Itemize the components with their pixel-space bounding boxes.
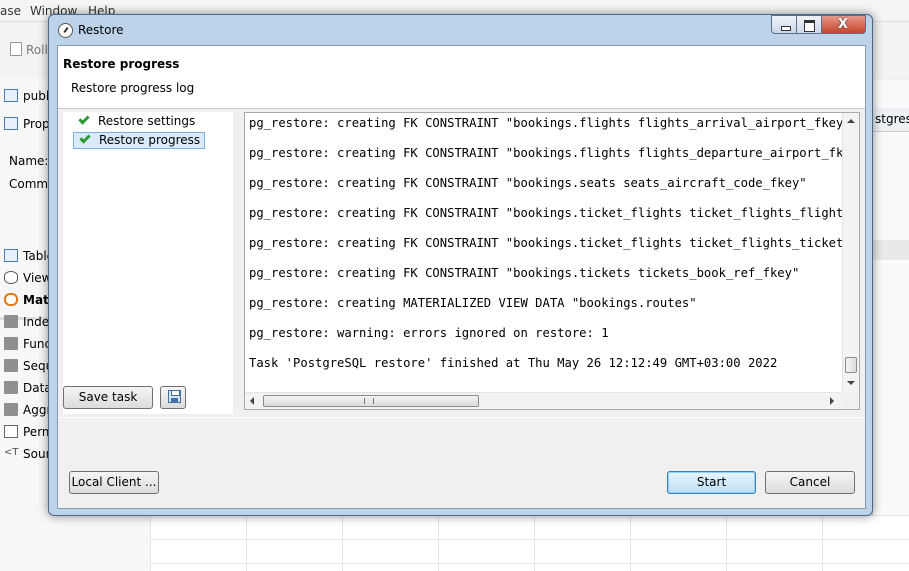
folder-icon <box>4 381 18 394</box>
restore-app-icon <box>58 23 73 38</box>
log-line: pg_restore: warning: errors ignored on r… <box>249 326 609 340</box>
grip-icon <box>364 398 374 404</box>
restore-log-text[interactable]: pg_restore: creating FK CONSTRAINT "book… <box>249 113 843 393</box>
dialog-titlebar[interactable]: Restore X <box>49 15 872 45</box>
nav-item-restore-settings[interactable]: Restore settings <box>73 113 199 131</box>
check-icon <box>78 113 90 125</box>
vertical-scroll-thumb[interactable] <box>845 357 857 373</box>
nav-item-restore-progress[interactable]: Restore progress <box>73 132 206 149</box>
dialog-title: Restore <box>78 23 124 37</box>
key-icon <box>4 425 18 438</box>
folder-icon <box>4 403 18 416</box>
minimize-button[interactable] <box>771 15 797 34</box>
log-vertical-scrollbar[interactable] <box>842 113 859 393</box>
scroll-up-icon[interactable] <box>847 115 855 123</box>
log-line: pg_restore: creating FK CONSTRAINT "book… <box>249 116 843 130</box>
scroll-right-icon[interactable] <box>830 397 838 405</box>
table-icon <box>4 89 18 102</box>
page-subtitle: Restore progress log <box>71 81 195 95</box>
right-panel-band <box>873 240 909 260</box>
cancel-button[interactable]: Cancel <box>765 471 855 494</box>
log-line: pg_restore: creating FK CONSTRAINT "book… <box>249 206 843 220</box>
data-grid <box>150 515 909 571</box>
page-title: Restore progress <box>63 57 180 71</box>
log-horizontal-scrollbar[interactable] <box>245 392 842 409</box>
dialog-body: Restore progress Restore progress log Re… <box>57 45 866 509</box>
footer-divider <box>58 417 865 418</box>
check-icon <box>79 132 91 144</box>
local-client-button[interactable]: Local Client ... <box>69 471 159 494</box>
start-button[interactable]: Start <box>667 471 756 494</box>
scrollbar-corner <box>842 392 859 409</box>
horizontal-scroll-thumb[interactable] <box>263 395 479 407</box>
log-line: pg_restore: creating FK CONSTRAINT "book… <box>249 146 843 160</box>
log-line: Task 'PostgreSQL restore' finished at Th… <box>249 356 778 370</box>
scroll-left-icon[interactable] <box>246 397 254 405</box>
rollback-icon <box>10 42 22 56</box>
rollback-button[interactable]: Roll <box>10 42 48 57</box>
log-line: pg_restore: creating FK CONSTRAINT "book… <box>249 176 807 190</box>
close-icon: X <box>837 17 849 32</box>
folder-icon <box>4 337 18 350</box>
maximize-button[interactable] <box>797 15 822 34</box>
log-line: pg_restore: creating FK CONSTRAINT "book… <box>249 266 800 280</box>
source-icon: <T <box>4 447 19 458</box>
log-line: pg_restore: creating FK CONSTRAINT "book… <box>249 236 843 250</box>
save-task-button[interactable]: Save task <box>63 386 153 409</box>
dialog-header: Restore progress Restore progress log <box>58 46 865 109</box>
save-icon <box>168 390 181 403</box>
folder-icon <box>4 359 18 372</box>
window-controls: X <box>771 15 866 35</box>
task-config-button[interactable] <box>160 386 186 409</box>
restore-dialog: Restore X Restore progress Restore progr… <box>48 14 873 516</box>
wizard-pages-list: Restore settings Restore progress <box>63 112 233 414</box>
folder-icon <box>4 315 18 328</box>
menu-item-database[interactable]: ase <box>0 4 21 18</box>
right-editor-tab[interactable]: stgres <box>873 108 909 132</box>
close-button[interactable]: X <box>822 15 866 34</box>
scroll-down-icon[interactable] <box>847 381 855 389</box>
materialized-view-icon <box>4 293 18 306</box>
view-icon <box>4 271 18 284</box>
right-panel: stgres <box>872 80 909 515</box>
log-line: pg_restore: creating MATERIALIZED VIEW D… <box>249 296 697 310</box>
restore-log-panel[interactable]: pg_restore: creating FK CONSTRAINT "book… <box>244 112 860 410</box>
properties-icon <box>4 117 18 130</box>
table-icon <box>4 249 18 262</box>
